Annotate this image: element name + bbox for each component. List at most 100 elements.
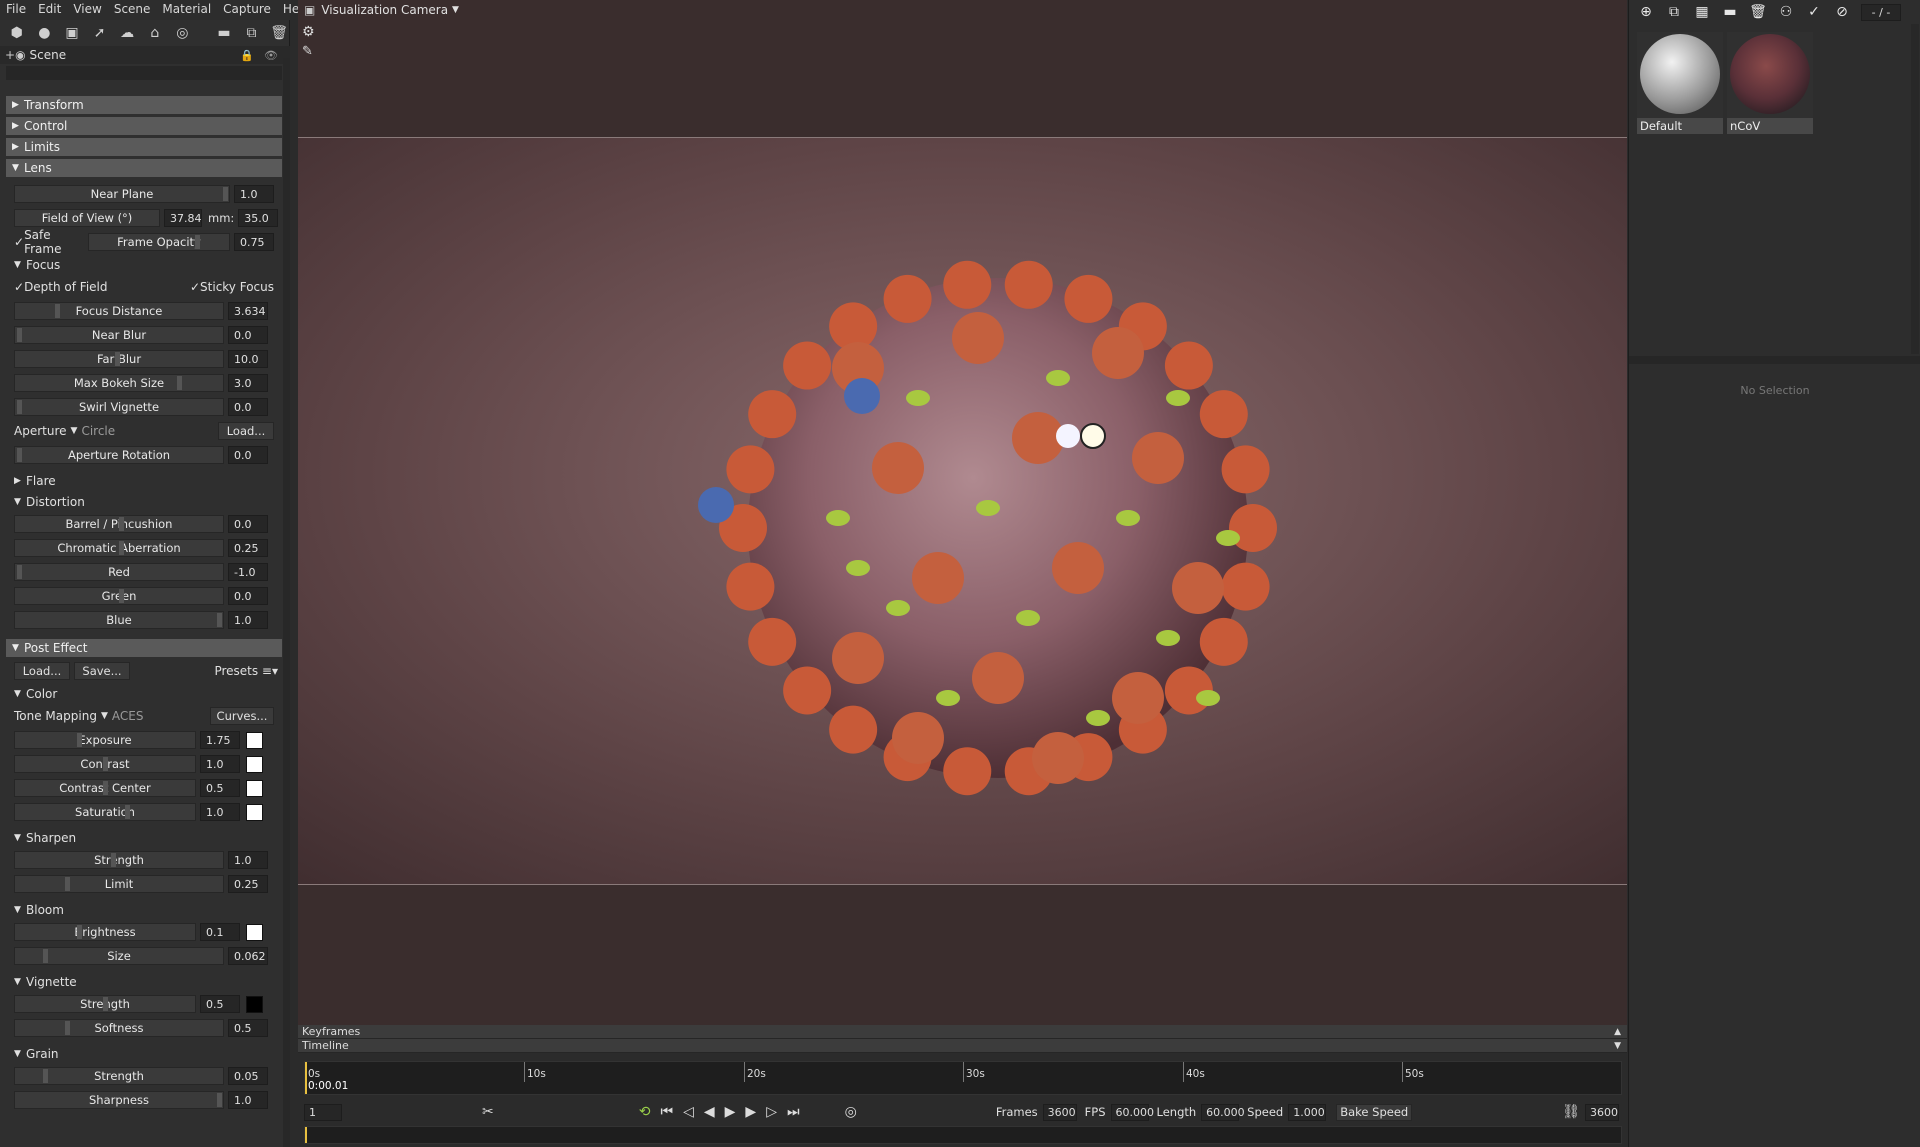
menu-view[interactable]: View — [67, 0, 107, 20]
near-plane-slider[interactable]: Near Plane — [14, 185, 230, 203]
max-bokeh-slider[interactable]: Max Bokeh Size — [14, 374, 224, 392]
delete-icon[interactable]: 🗑 — [1747, 1, 1769, 23]
aperture-rotation-slider[interactable]: Aperture Rotation — [14, 446, 224, 464]
slider-knob[interactable] — [217, 613, 222, 627]
slider-knob[interactable] — [223, 187, 228, 201]
add-light-icon[interactable]: ● — [34, 22, 56, 44]
focus-distance-field[interactable]: 3.634 — [228, 302, 268, 320]
add-shadow-icon[interactable]: ➚ — [89, 22, 111, 44]
slider-knob[interactable] — [17, 400, 22, 414]
slider-knob[interactable] — [77, 925, 82, 939]
section-color[interactable]: ▼ Color — [6, 685, 282, 703]
near-plane-field[interactable]: 1.0 — [234, 185, 274, 203]
duplicate-material-icon[interactable]: ⧉ — [1663, 1, 1685, 23]
slider-knob[interactable] — [195, 235, 200, 249]
pick-material-icon[interactable]: ✓ — [1803, 1, 1825, 23]
grain-sharpness-field[interactable]: 1.0 — [228, 1091, 268, 1109]
near-blur-field[interactable]: 0.0 — [228, 326, 268, 344]
add-material-icon[interactable]: ⊕ — [1635, 1, 1657, 23]
prev-key-icon[interactable]: ◁ — [683, 1104, 694, 1120]
vignette-softness-slider[interactable]: Softness — [14, 1019, 224, 1037]
section-focus[interactable]: ▼ Focus — [6, 256, 282, 274]
red-slider[interactable]: Red — [14, 563, 224, 581]
slider-knob[interactable] — [119, 589, 124, 603]
grain-strength-field[interactable]: 0.05 — [228, 1067, 268, 1085]
slider-knob[interactable] — [119, 541, 124, 555]
scene-label[interactable]: Scene — [30, 48, 67, 62]
depth-of-field-checkbox[interactable]: ✓ Depth of Field — [14, 280, 184, 294]
vignette-strength-field[interactable]: 0.5 — [200, 995, 240, 1013]
keyframe-track[interactable] — [304, 1126, 1622, 1144]
track-playhead[interactable] — [305, 1127, 307, 1143]
material-ncov[interactable]: nCoV — [1727, 32, 1813, 134]
contrast-slider[interactable]: Contrast — [14, 755, 196, 773]
material-default[interactable]: Default — [1637, 32, 1723, 134]
green-field[interactable]: 0.0 — [228, 587, 268, 605]
section-transform[interactable]: ▶ Transform — [6, 96, 282, 114]
material-edit-icon[interactable]: ⊘ — [1831, 1, 1853, 23]
add-sky-icon[interactable]: ☁ — [116, 22, 138, 44]
section-bloom[interactable]: ▼ Bloom — [6, 901, 282, 919]
swirl-vignette-slider[interactable]: Swirl Vignette — [14, 398, 224, 416]
aperture-rotation-field[interactable]: 0.0 — [228, 446, 268, 464]
grain-sharpness-slider[interactable]: Sharpness — [14, 1091, 224, 1109]
slider-knob[interactable] — [43, 949, 48, 963]
menu-capture[interactable]: Capture — [217, 0, 277, 20]
add-camera-icon[interactable]: ▣ — [61, 22, 83, 44]
slider-knob[interactable] — [55, 304, 60, 318]
section-limits[interactable]: ▶ Limits — [6, 138, 282, 156]
bloom-brightness-slider[interactable]: Brightness — [14, 923, 196, 941]
sharpen-limit-field[interactable]: 0.25 — [228, 875, 268, 893]
eye-icon[interactable]: 👁 — [264, 49, 278, 62]
slider-knob[interactable] — [43, 1069, 48, 1083]
render-viewport[interactable] — [298, 137, 1627, 885]
frame-opacity-slider[interactable]: Frame Opacity — [88, 233, 230, 251]
dropdown-arrow-icon[interactable]: ▼ — [71, 426, 78, 436]
frames-field[interactable]: 3600 — [1042, 1103, 1077, 1121]
speed-field[interactable]: 1.000 — [1288, 1103, 1327, 1121]
bloom-size-field[interactable]: 0.062 — [228, 947, 268, 965]
dropdown-arrow-icon[interactable]: ▼ — [452, 5, 459, 15]
aperture-load-button[interactable]: Load... — [218, 422, 274, 440]
camera-selector[interactable]: Visualization Camera — [321, 3, 448, 17]
bloom-color-swatch[interactable] — [246, 923, 263, 941]
menu-material[interactable]: Material — [156, 0, 217, 20]
post-save-button[interactable]: Save... — [74, 662, 130, 680]
brush-icon[interactable]: ✎ — [302, 44, 313, 59]
exposure-field[interactable]: 1.75 — [200, 731, 240, 749]
fov-field[interactable]: 37.84 — [164, 209, 202, 227]
page-field[interactable]: - / - — [1861, 3, 1901, 21]
lock-icon[interactable]: 🔒 — [240, 49, 254, 62]
fps-field[interactable]: 60.000 — [1110, 1103, 1154, 1121]
focus-distance-slider[interactable]: Focus Distance — [14, 302, 224, 320]
frame-opacity-field[interactable]: 0.75 — [234, 233, 274, 251]
slider-knob[interactable] — [177, 376, 182, 390]
red-field[interactable]: -1.0 — [228, 563, 268, 581]
collapse-icon[interactable]: ▲ — [1614, 1027, 1621, 1037]
add-mesh-icon[interactable]: ⬢ — [6, 22, 28, 44]
link-icon[interactable]: ⛓ — [1562, 1104, 1580, 1120]
far-blur-field[interactable]: 10.0 — [228, 350, 268, 368]
swirl-vignette-field[interactable]: 0.0 — [228, 398, 268, 416]
saturation-color-swatch[interactable] — [246, 803, 263, 821]
slider-knob[interactable] — [77, 733, 82, 747]
add-environment-icon[interactable]: ⌂ — [144, 22, 166, 44]
cut-icon[interactable]: ✂ — [482, 1104, 494, 1120]
barrel-field[interactable]: 0.0 — [228, 515, 268, 533]
post-load-button[interactable]: Load... — [14, 662, 70, 680]
safe-frame-checkbox[interactable]: ✓ Safe Frame — [14, 228, 88, 256]
saturation-field[interactable]: 1.0 — [200, 803, 240, 821]
green-slider[interactable]: Green — [14, 587, 224, 605]
scene-tree[interactable] — [6, 66, 282, 80]
bloom-brightness-field[interactable]: 0.1 — [200, 923, 240, 941]
sticky-focus-checkbox[interactable]: ✓ Sticky Focus — [190, 280, 274, 294]
dropdown-arrow-icon[interactable]: ▼ — [101, 711, 108, 721]
contrast-field[interactable]: 1.0 — [200, 755, 240, 773]
expand-icon[interactable]: + — [5, 48, 15, 62]
exposure-slider[interactable]: Exposure — [14, 731, 196, 749]
aperture-dropdown[interactable]: Circle — [81, 424, 115, 438]
section-flare[interactable]: ▶ Flare — [6, 472, 282, 490]
folder-icon[interactable]: ▬ — [1719, 1, 1741, 23]
menu-edit[interactable]: Edit — [32, 0, 67, 20]
slider-knob[interactable] — [17, 448, 22, 462]
